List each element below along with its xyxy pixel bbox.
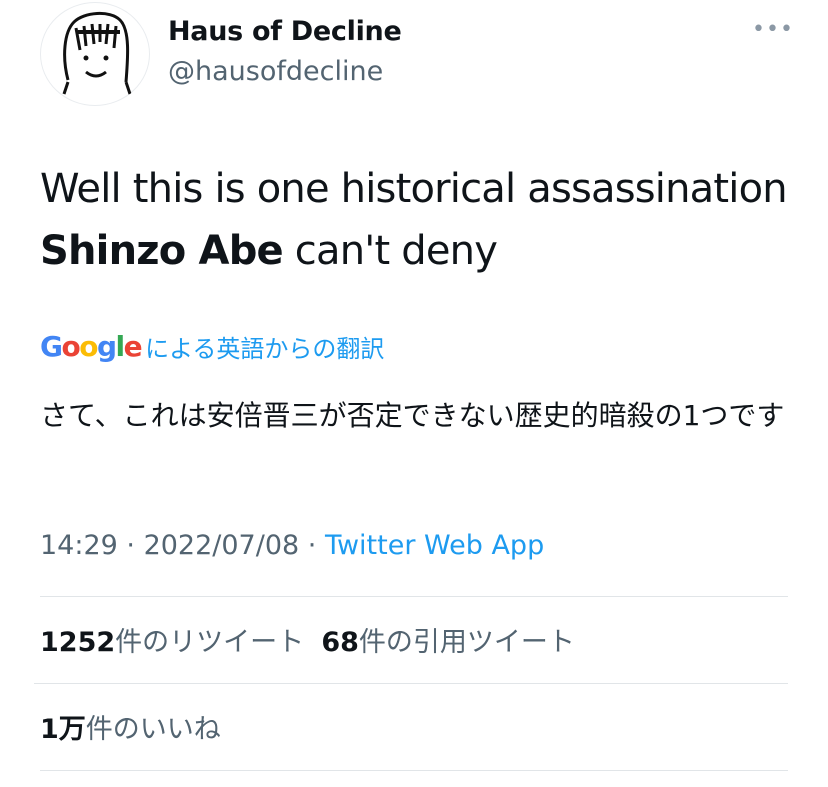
google-logo-letter: e (123, 329, 143, 363)
google-logo-letter: G (40, 329, 63, 363)
divider (40, 596, 788, 597)
engagement-stats: 1252件のリツイート 68件の引用ツイート (40, 620, 575, 659)
google-logo-letter: l (115, 329, 126, 363)
author-name[interactable]: Haus of Decline (168, 16, 402, 47)
quotes-stat[interactable]: 68件の引用ツイート (321, 627, 575, 658)
google-logo-icon: Google (40, 329, 143, 363)
translation-attribution[interactable]: Google による英語からの翻訳 (40, 326, 384, 366)
quotes-label: 件の引用ツイート (358, 627, 575, 658)
translated-text: さて、これは安倍晋三が否定できない歴史的暗殺の1つです (40, 399, 785, 432)
quotes-count: 68 (321, 627, 359, 658)
google-logo-letter: o (61, 329, 80, 363)
meta-separator: · (117, 530, 144, 561)
tweet-text-part1: Well this is one historical assassinatio… (40, 166, 788, 212)
retweets-stat[interactable]: 1252件のリツイート (40, 627, 304, 658)
tweet-text-part2: can't deny (282, 228, 498, 274)
tweet-text-bold: Shinzo Abe (40, 228, 284, 274)
tweet-date[interactable]: 2022/07/08 (144, 530, 300, 561)
meta-separator: · (299, 530, 325, 561)
divider (40, 770, 788, 771)
retweets-label: 件のリツイート (115, 627, 305, 658)
retweets-count: 1252 (40, 627, 116, 658)
avatar-drawing-icon (62, 12, 132, 95)
likes-count: 1万 (40, 714, 86, 745)
more-horizontal-icon[interactable]: ••• (752, 19, 793, 41)
google-logo-letter: g (96, 329, 117, 363)
source-app-link[interactable]: Twitter Web App (325, 530, 544, 561)
translation-label: による英語からの翻訳 (145, 334, 385, 363)
divider (34, 683, 788, 684)
google-logo-letter: o (79, 329, 98, 363)
tweet-text: Well this is one historical assassinatio… (40, 158, 800, 282)
likes-stat[interactable]: 1万件のいいね (40, 707, 221, 746)
tweet-time[interactable]: 14:29 (40, 530, 118, 561)
likes-label: 件のいいね (85, 714, 221, 745)
author-handle[interactable]: @hausofdecline (168, 56, 383, 87)
avatar[interactable] (40, 2, 150, 106)
tweet-meta: 14:29 · 2022/07/08 · Twitter Web App (40, 530, 544, 561)
